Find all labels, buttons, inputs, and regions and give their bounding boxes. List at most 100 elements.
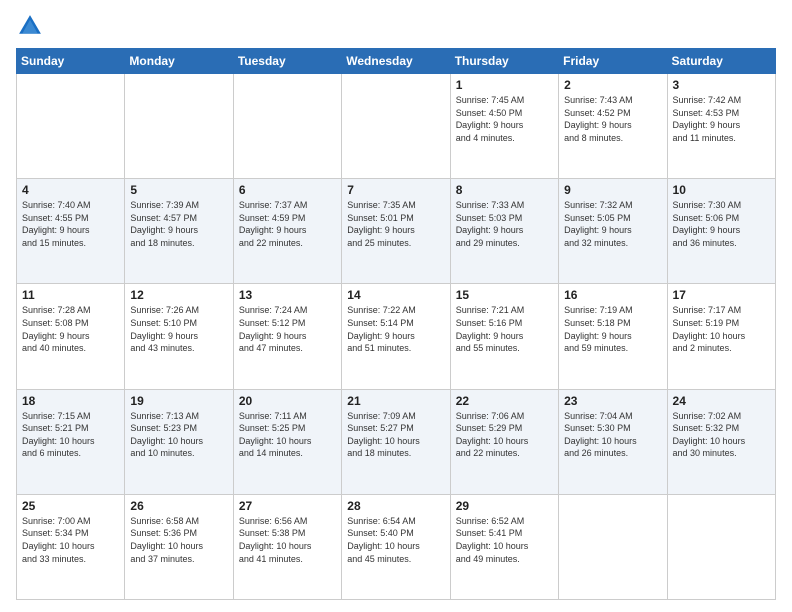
day-cell: 25Sunrise: 7:00 AM Sunset: 5:34 PM Dayli… — [17, 494, 125, 599]
day-cell: 23Sunrise: 7:04 AM Sunset: 5:30 PM Dayli… — [559, 389, 667, 494]
day-number: 14 — [347, 288, 444, 302]
day-info: Sunrise: 6:56 AM Sunset: 5:38 PM Dayligh… — [239, 515, 336, 565]
day-info: Sunrise: 7:39 AM Sunset: 4:57 PM Dayligh… — [130, 199, 227, 249]
week-row-2: 11 Sunrise: 7:28 AM Sunset: 5:08 PM Dayli… — [17, 284, 776, 389]
day-cell: 17 Sunrise: 7:17 AM Sunset: 5:19 PM Dayli… — [667, 284, 775, 389]
col-header-wednesday: Wednesday — [342, 49, 450, 74]
day-number: 29 — [456, 499, 553, 513]
day-info: Sunrise: 6:52 AM Sunset: 5:41 PM Dayligh… — [456, 515, 553, 565]
day-number: 18 — [22, 394, 119, 408]
day-info: Sunrise: 7:30 AM Sunset: 5:06 PM Dayligh… — [673, 199, 770, 249]
day-cell: 28 Sunrise: 6:54 AM Sunset: 5:40 PM Dayli… — [342, 494, 450, 599]
day-cell: 16 Sunrise: 7:19 AM Sunset: 5:18 PM Dayli… — [559, 284, 667, 389]
header — [16, 12, 776, 40]
day-cell: 8 Sunrise: 7:33 AM Sunset: 5:03 PM Daylig… — [450, 179, 558, 284]
day-info: Sunrise: 7:24 AM Sunset: 5:12 PM Dayligh… — [239, 304, 336, 354]
day-info: Sunrise: 7:28 AM Sunset: 5:08 PM Dayligh… — [22, 304, 119, 354]
day-cell: 4 Sunrise: 7:40 AM Sunset: 4:55 PM Daylig… — [17, 179, 125, 284]
day-info: Sunrise: 7:37 AM Sunset: 4:59 PM Dayligh… — [239, 199, 336, 249]
day-info: Sunrise: 7:40 AM Sunset: 4:55 PM Dayligh… — [22, 199, 119, 249]
day-info: Sunrise: 7:21 AM Sunset: 5:16 PM Dayligh… — [456, 304, 553, 354]
day-cell: 29 Sunrise: 6:52 AM Sunset: 5:41 PM Dayli… — [450, 494, 558, 599]
day-cell: 2 Sunrise: 7:43 AM Sunset: 4:52 PM Daylig… — [559, 74, 667, 179]
day-number: 19 — [130, 394, 227, 408]
day-info: Sunrise: 7:15 AM Sunset: 5:21 PM Dayligh… — [22, 410, 119, 460]
day-number: 20 — [239, 394, 336, 408]
day-info: Sunrise: 7:32 AM Sunset: 5:05 PM Dayligh… — [564, 199, 661, 249]
day-cell: 21 Sunrise: 7:09 AM Sunset: 5:27 PM Dayli… — [342, 389, 450, 494]
col-header-saturday: Saturday — [667, 49, 775, 74]
day-info: Sunrise: 6:54 AM Sunset: 5:40 PM Dayligh… — [347, 515, 444, 565]
day-number: 17 — [673, 288, 770, 302]
col-header-sunday: Sunday — [17, 49, 125, 74]
day-number: 3 — [673, 78, 770, 92]
day-number: 4 — [22, 183, 119, 197]
day-number: 1 — [456, 78, 553, 92]
day-number: 7 — [347, 183, 444, 197]
day-number: 13 — [239, 288, 336, 302]
day-cell: 11 Sunrise: 7:28 AM Sunset: 5:08 PM Dayli… — [17, 284, 125, 389]
logo — [16, 12, 48, 40]
day-number: 21 — [347, 394, 444, 408]
day-cell: 5 Sunrise: 7:39 AM Sunset: 4:57 PM Daylig… — [125, 179, 233, 284]
day-info: Sunrise: 6:58 AM Sunset: 5:36 PM Dayligh… — [130, 515, 227, 565]
day-info: Sunrise: 7:11 AM Sunset: 5:25 PM Dayligh… — [239, 410, 336, 460]
day-cell: 18 Sunrise: 7:15 AM Sunset: 5:21 PM Dayli… — [17, 389, 125, 494]
day-cell: 22 Sunrise: 7:06 AM Sunset: 5:29 PM Dayli… — [450, 389, 558, 494]
day-cell: 13 Sunrise: 7:24 AM Sunset: 5:12 PM Dayli… — [233, 284, 341, 389]
day-number: 22 — [456, 394, 553, 408]
day-cell: 1 Sunrise: 7:45 AM Sunset: 4:50 PM Daylig… — [450, 74, 558, 179]
day-cell: 24 Sunrise: 7:02 AM Sunset: 5:32 PM Dayli… — [667, 389, 775, 494]
day-cell: 3 Sunrise: 7:42 AM Sunset: 4:53 PM Daylig… — [667, 74, 775, 179]
day-info: Sunrise: 7:02 AM Sunset: 5:32 PM Dayligh… — [673, 410, 770, 460]
day-cell: 6 Sunrise: 7:37 AM Sunset: 4:59 PM Daylig… — [233, 179, 341, 284]
day-info: Sunrise: 7:42 AM Sunset: 4:53 PM Dayligh… — [673, 94, 770, 144]
day-number: 11 — [22, 288, 119, 302]
day-info: Sunrise: 7:09 AM Sunset: 5:27 PM Dayligh… — [347, 410, 444, 460]
day-cell — [233, 74, 341, 179]
day-cell: 10 Sunrise: 7:30 AM Sunset: 5:06 PM Dayli… — [667, 179, 775, 284]
day-info: Sunrise: 7:00 AM Sunset: 5:34 PM Dayligh… — [22, 515, 119, 565]
day-number: 5 — [130, 183, 227, 197]
day-cell: 26 Sunrise: 6:58 AM Sunset: 5:36 PM Dayli… — [125, 494, 233, 599]
day-info: Sunrise: 7:43 AM Sunset: 4:52 PM Dayligh… — [564, 94, 661, 144]
day-number: 8 — [456, 183, 553, 197]
header-row: SundayMondayTuesdayWednesdayThursdayFrid… — [17, 49, 776, 74]
week-row-1: 4 Sunrise: 7:40 AM Sunset: 4:55 PM Daylig… — [17, 179, 776, 284]
day-cell — [342, 74, 450, 179]
day-info: Sunrise: 7:45 AM Sunset: 4:50 PM Dayligh… — [456, 94, 553, 144]
day-number: 26 — [130, 499, 227, 513]
col-header-tuesday: Tuesday — [233, 49, 341, 74]
day-info: Sunrise: 7:06 AM Sunset: 5:29 PM Dayligh… — [456, 410, 553, 460]
day-cell: 7 Sunrise: 7:35 AM Sunset: 5:01 PM Daylig… — [342, 179, 450, 284]
day-cell — [559, 494, 667, 599]
day-info: Sunrise: 7:22 AM Sunset: 5:14 PM Dayligh… — [347, 304, 444, 354]
day-info: Sunrise: 7:26 AM Sunset: 5:10 PM Dayligh… — [130, 304, 227, 354]
day-info: Sunrise: 7:17 AM Sunset: 5:19 PM Dayligh… — [673, 304, 770, 354]
col-header-monday: Monday — [125, 49, 233, 74]
day-info: Sunrise: 7:33 AM Sunset: 5:03 PM Dayligh… — [456, 199, 553, 249]
day-number: 9 — [564, 183, 661, 197]
day-info: Sunrise: 7:04 AM Sunset: 5:30 PM Dayligh… — [564, 410, 661, 460]
day-cell: 9 Sunrise: 7:32 AM Sunset: 5:05 PM Daylig… — [559, 179, 667, 284]
day-number: 6 — [239, 183, 336, 197]
col-header-friday: Friday — [559, 49, 667, 74]
col-header-thursday: Thursday — [450, 49, 558, 74]
day-number: 24 — [673, 394, 770, 408]
day-info: Sunrise: 7:19 AM Sunset: 5:18 PM Dayligh… — [564, 304, 661, 354]
logo-icon — [16, 12, 44, 40]
day-cell: 19 Sunrise: 7:13 AM Sunset: 5:23 PM Dayli… — [125, 389, 233, 494]
day-number: 16 — [564, 288, 661, 302]
day-cell: 14 Sunrise: 7:22 AM Sunset: 5:14 PM Dayli… — [342, 284, 450, 389]
day-cell: 20 Sunrise: 7:11 AM Sunset: 5:25 PM Dayli… — [233, 389, 341, 494]
day-info: Sunrise: 7:35 AM Sunset: 5:01 PM Dayligh… — [347, 199, 444, 249]
day-number: 10 — [673, 183, 770, 197]
day-number: 28 — [347, 499, 444, 513]
week-row-3: 18 Sunrise: 7:15 AM Sunset: 5:21 PM Dayli… — [17, 389, 776, 494]
day-cell: 27Sunrise: 6:56 AM Sunset: 5:38 PM Dayli… — [233, 494, 341, 599]
day-number: 15 — [456, 288, 553, 302]
day-cell: 12Sunrise: 7:26 AM Sunset: 5:10 PM Dayli… — [125, 284, 233, 389]
week-row-0: 1 Sunrise: 7:45 AM Sunset: 4:50 PM Daylig… — [17, 74, 776, 179]
day-number: 2 — [564, 78, 661, 92]
day-info: Sunrise: 7:13 AM Sunset: 5:23 PM Dayligh… — [130, 410, 227, 460]
